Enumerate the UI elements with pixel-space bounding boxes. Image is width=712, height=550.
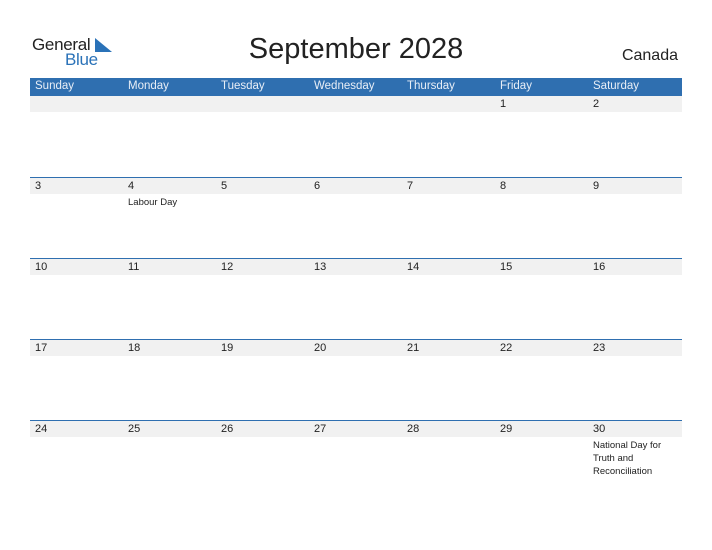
day-number: 9 [593,180,600,192]
day-cell: 7 [402,178,495,259]
day-number: 26 [221,423,234,435]
day-cell: 8 [495,178,588,259]
day-cell: 16 [588,259,681,340]
day-number: 1 [500,98,507,110]
week-row: 17 18 19 20 21 22 23 [30,339,682,421]
day-cell: 9 [588,178,681,259]
day-cell: 27 [309,421,402,502]
day-number: 3 [35,180,42,192]
day-number: 16 [593,261,606,273]
day-cell [309,96,402,177]
day-cell: 11 [123,259,216,340]
day-number: 15 [500,261,513,273]
day-number: 27 [314,423,327,435]
day-number: 13 [314,261,327,273]
day-cell: 19 [216,340,309,421]
day-number: 28 [407,423,420,435]
day-number: 10 [35,261,48,273]
weekday-header: Sunday Monday Tuesday Wednesday Thursday… [30,78,682,96]
day-cell: 15 [495,259,588,340]
week-row: 24 25 26 27 28 29 30 National Day for Truth and… [30,420,682,502]
day-cell: 29 [495,421,588,502]
day-cell: 12 [216,259,309,340]
weekday-sunday: Sunday [35,80,75,92]
weekday-thursday: Thursday [407,80,455,92]
day-number: 19 [221,342,234,354]
day-cell: 23 [588,340,681,421]
day-number: 11 [128,261,140,273]
weekday-tuesday: Tuesday [221,80,265,92]
day-cell: 10 [30,259,123,340]
day-number: 4 [128,180,135,192]
day-number: 30 [593,423,606,435]
day-cell: 26 [216,421,309,502]
day-number: 22 [500,342,513,354]
day-cell: 17 [30,340,123,421]
day-cell [30,96,123,177]
day-cell: 2 [588,96,681,177]
day-number: 24 [35,423,48,435]
country-label: Canada [621,47,678,64]
week-row: 3 4 Labour Day 5 6 7 8 9 [30,177,682,259]
day-number: 25 [128,423,141,435]
day-cell: 21 [402,340,495,421]
weekday-saturday: Saturday [593,80,640,92]
day-number: 21 [407,342,420,354]
day-cell: 14 [402,259,495,340]
day-cell [216,96,309,177]
day-number: 29 [500,423,513,435]
day-cell: 5 [216,178,309,259]
day-number: 12 [221,261,234,273]
day-cell [402,96,495,177]
day-number: 14 [407,261,420,273]
day-cell: 24 [30,421,123,502]
day-number: 17 [35,342,48,354]
day-cell: 13 [309,259,402,340]
day-number: 6 [314,180,321,192]
day-number: 8 [500,180,507,192]
day-number: 23 [593,342,606,354]
day-cell: 28 [402,421,495,502]
day-number: 7 [407,180,414,192]
week-row: 12 [30,96,682,177]
day-cell: 1 [495,96,588,177]
day-cell: 22 [495,340,588,421]
day-number: 18 [128,342,141,354]
holiday-label: National Day for Truth and Reconciliatio… [593,440,662,477]
weekday-monday: Monday [128,80,169,92]
day-cell: 30 National Day for Truth and Reconciliat… [588,421,681,502]
week-row: 10 11 12 13 14 15 16 [30,258,682,340]
day-cell: 20 [309,340,402,421]
day-number: 20 [314,342,327,354]
calendar-title: September 2028 [248,33,464,65]
day-cell [123,96,216,177]
day-cell: 3 [30,178,123,259]
day-number: 5 [221,180,228,192]
holiday-label: Labour Day [128,197,178,208]
weekday-wednesday: Wednesday [314,80,375,92]
weekday-friday: Friday [500,80,532,92]
day-cell: 4 Labour Day [123,178,216,259]
day-number: 2 [593,98,600,110]
day-cell: 18 [123,340,216,421]
day-cell: 25 [123,421,216,502]
day-cell: 6 [309,178,402,259]
